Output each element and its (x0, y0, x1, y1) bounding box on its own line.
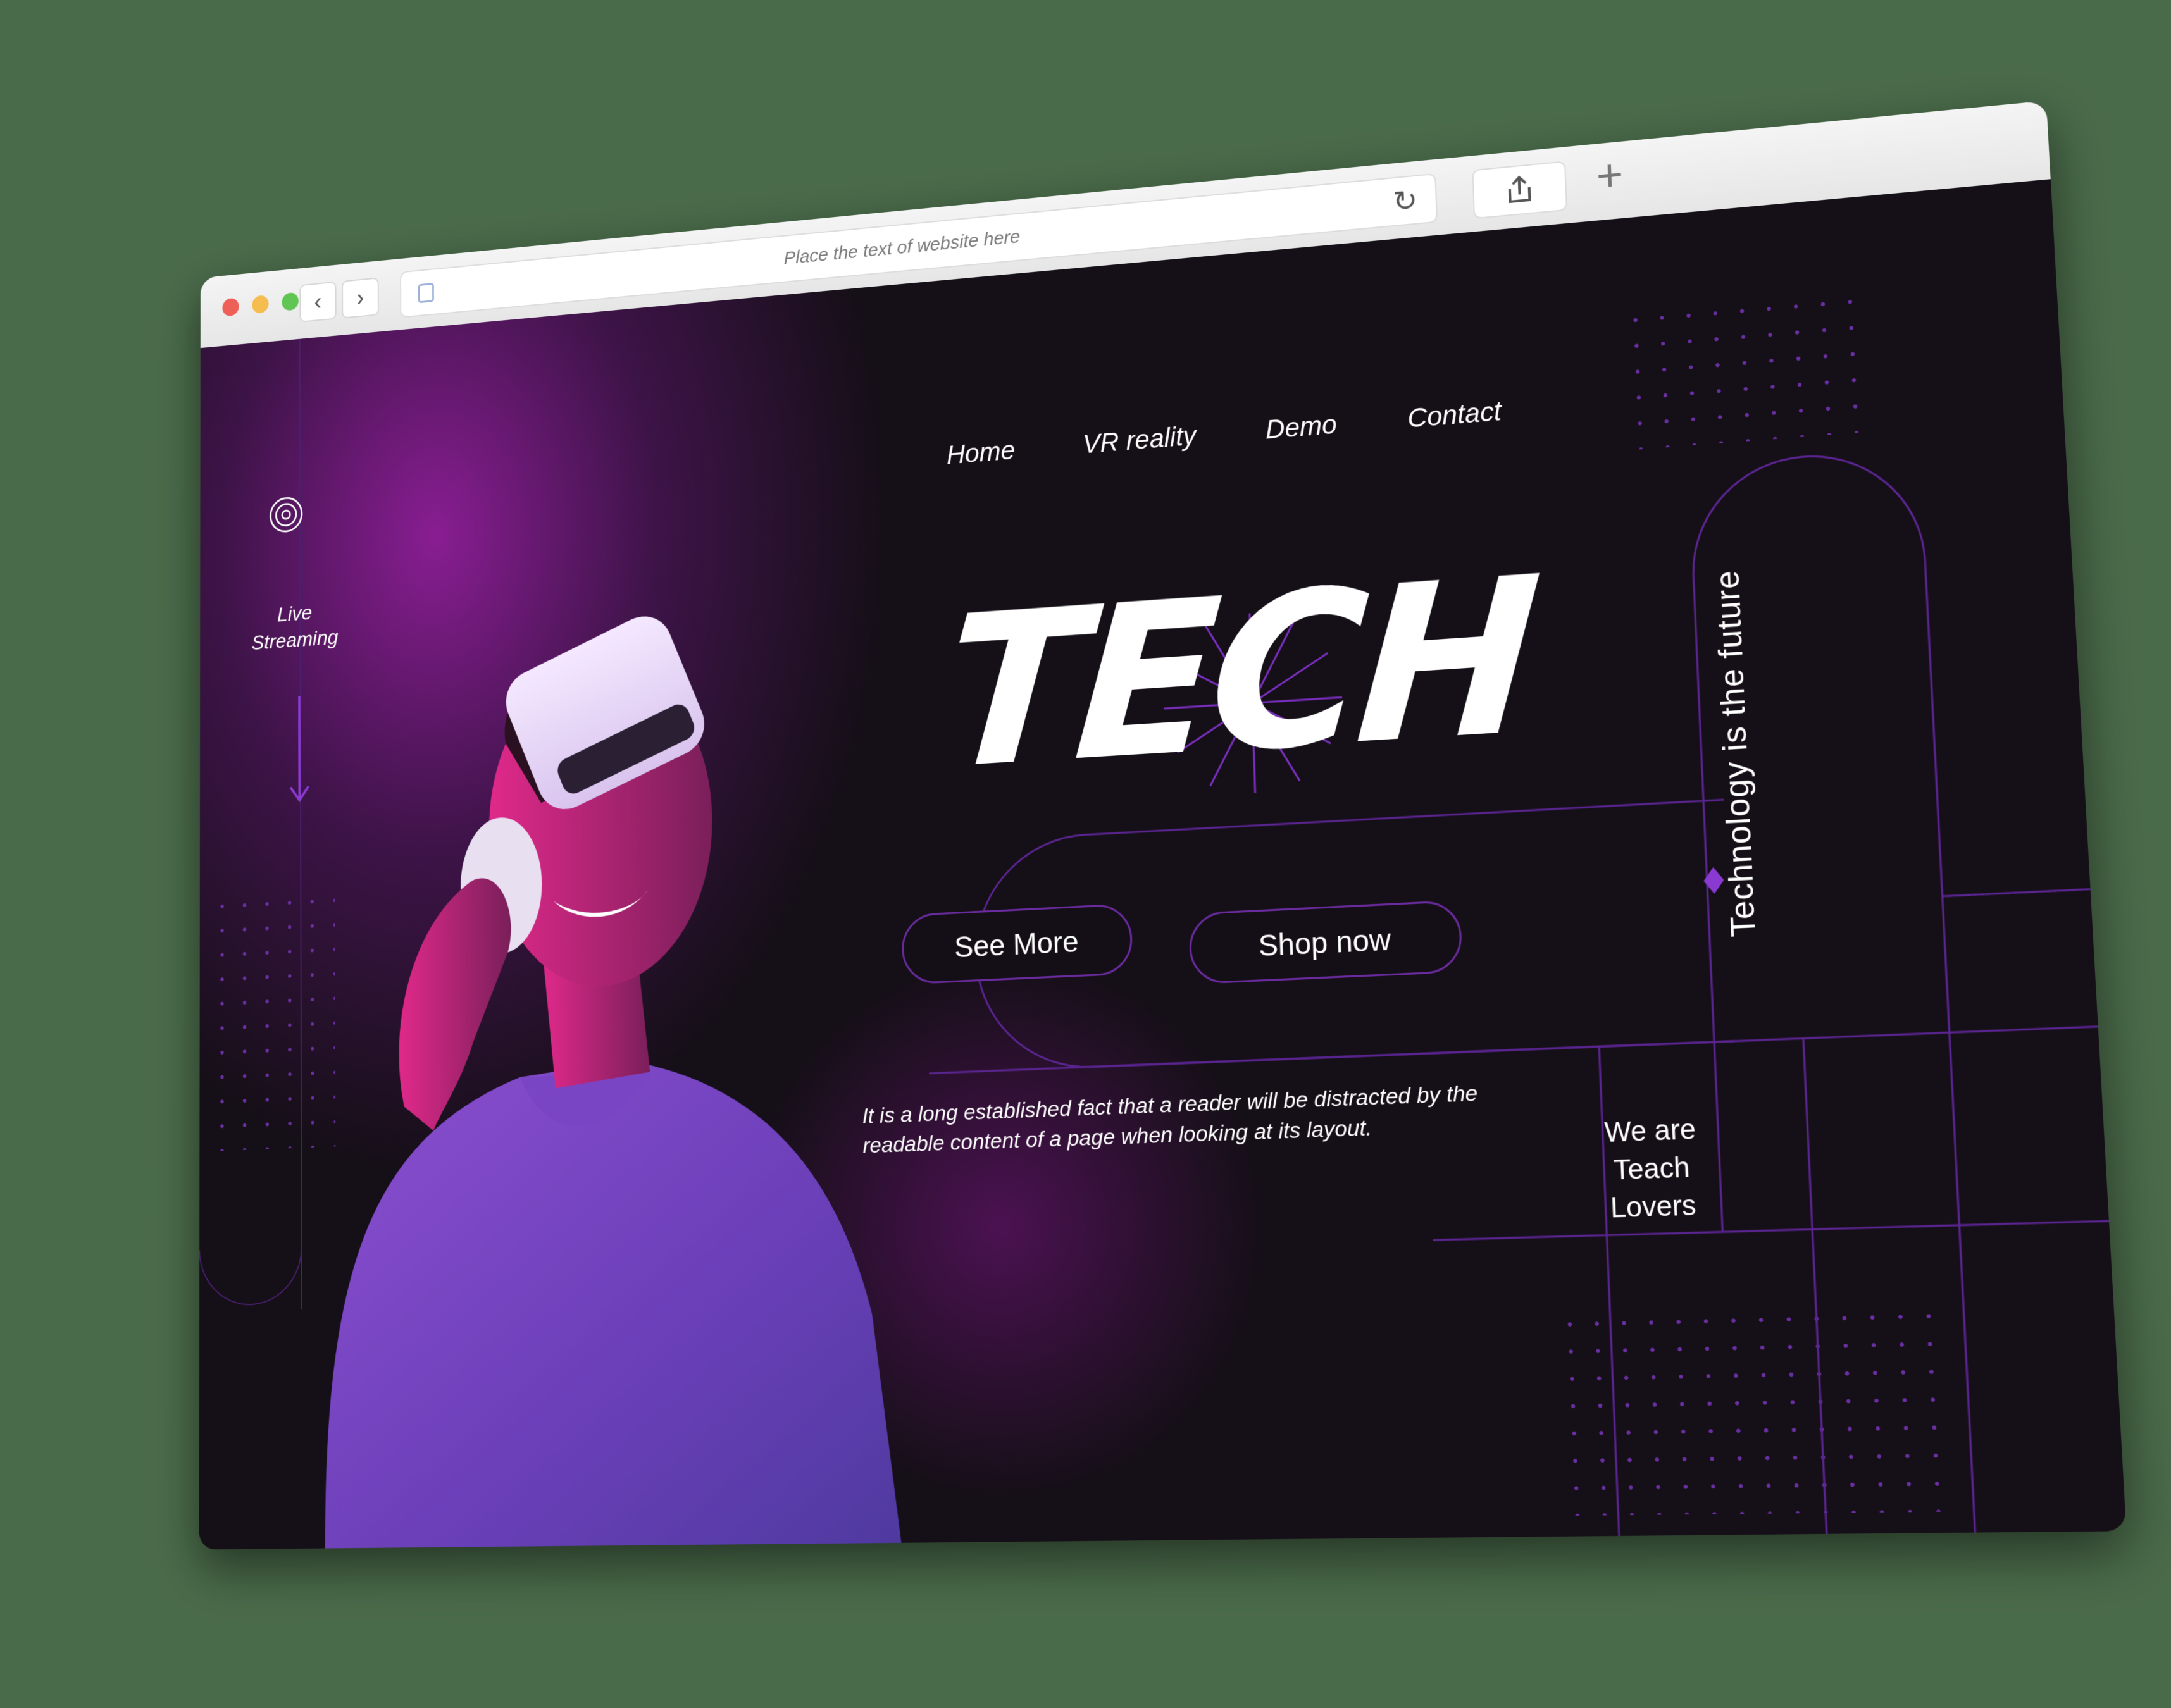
chevron-left-icon: ‹ (314, 290, 321, 314)
browser-mockup: ‹ › Place the text of website here ↻ + L… (199, 101, 2126, 1549)
browser-window: ‹ › Place the text of website here ↻ + L… (199, 101, 2126, 1549)
website-page: Live Streaming Home VR reality Demo Cont… (199, 179, 2126, 1549)
we-are-line-1: We are (1574, 1110, 1725, 1153)
hero-title: TECH (937, 548, 1538, 798)
back-button[interactable]: ‹ (299, 282, 336, 323)
we-are-line-2: Teach (1576, 1148, 1727, 1191)
share-button[interactable] (1472, 161, 1567, 219)
forward-button[interactable]: › (342, 277, 379, 318)
window-controls (222, 292, 298, 317)
we-are-line-3: Lovers (1577, 1185, 1729, 1228)
see-more-button[interactable]: See More (901, 903, 1133, 985)
close-window-button[interactable] (222, 297, 239, 316)
reload-icon[interactable]: ↻ (1392, 183, 1418, 219)
stage: ‹ › Place the text of website here ↻ + L… (0, 0, 2171, 1708)
nav-home[interactable]: Home (946, 435, 1015, 471)
minimize-window-button[interactable] (252, 295, 268, 314)
chevron-right-icon: › (356, 286, 364, 310)
vr-headset-person-image (300, 457, 914, 1549)
share-icon (1502, 173, 1536, 207)
maximize-window-button[interactable] (282, 292, 298, 311)
we-are-tech-lovers: We are Teach Lovers (1574, 1110, 1729, 1228)
plus-icon: + (1595, 149, 1624, 202)
shop-now-button[interactable]: Shop now (1188, 900, 1462, 984)
new-tab-button[interactable]: + (1595, 152, 1624, 199)
history-buttons: ‹ › (299, 277, 378, 322)
nav-demo[interactable]: Demo (1265, 409, 1337, 445)
